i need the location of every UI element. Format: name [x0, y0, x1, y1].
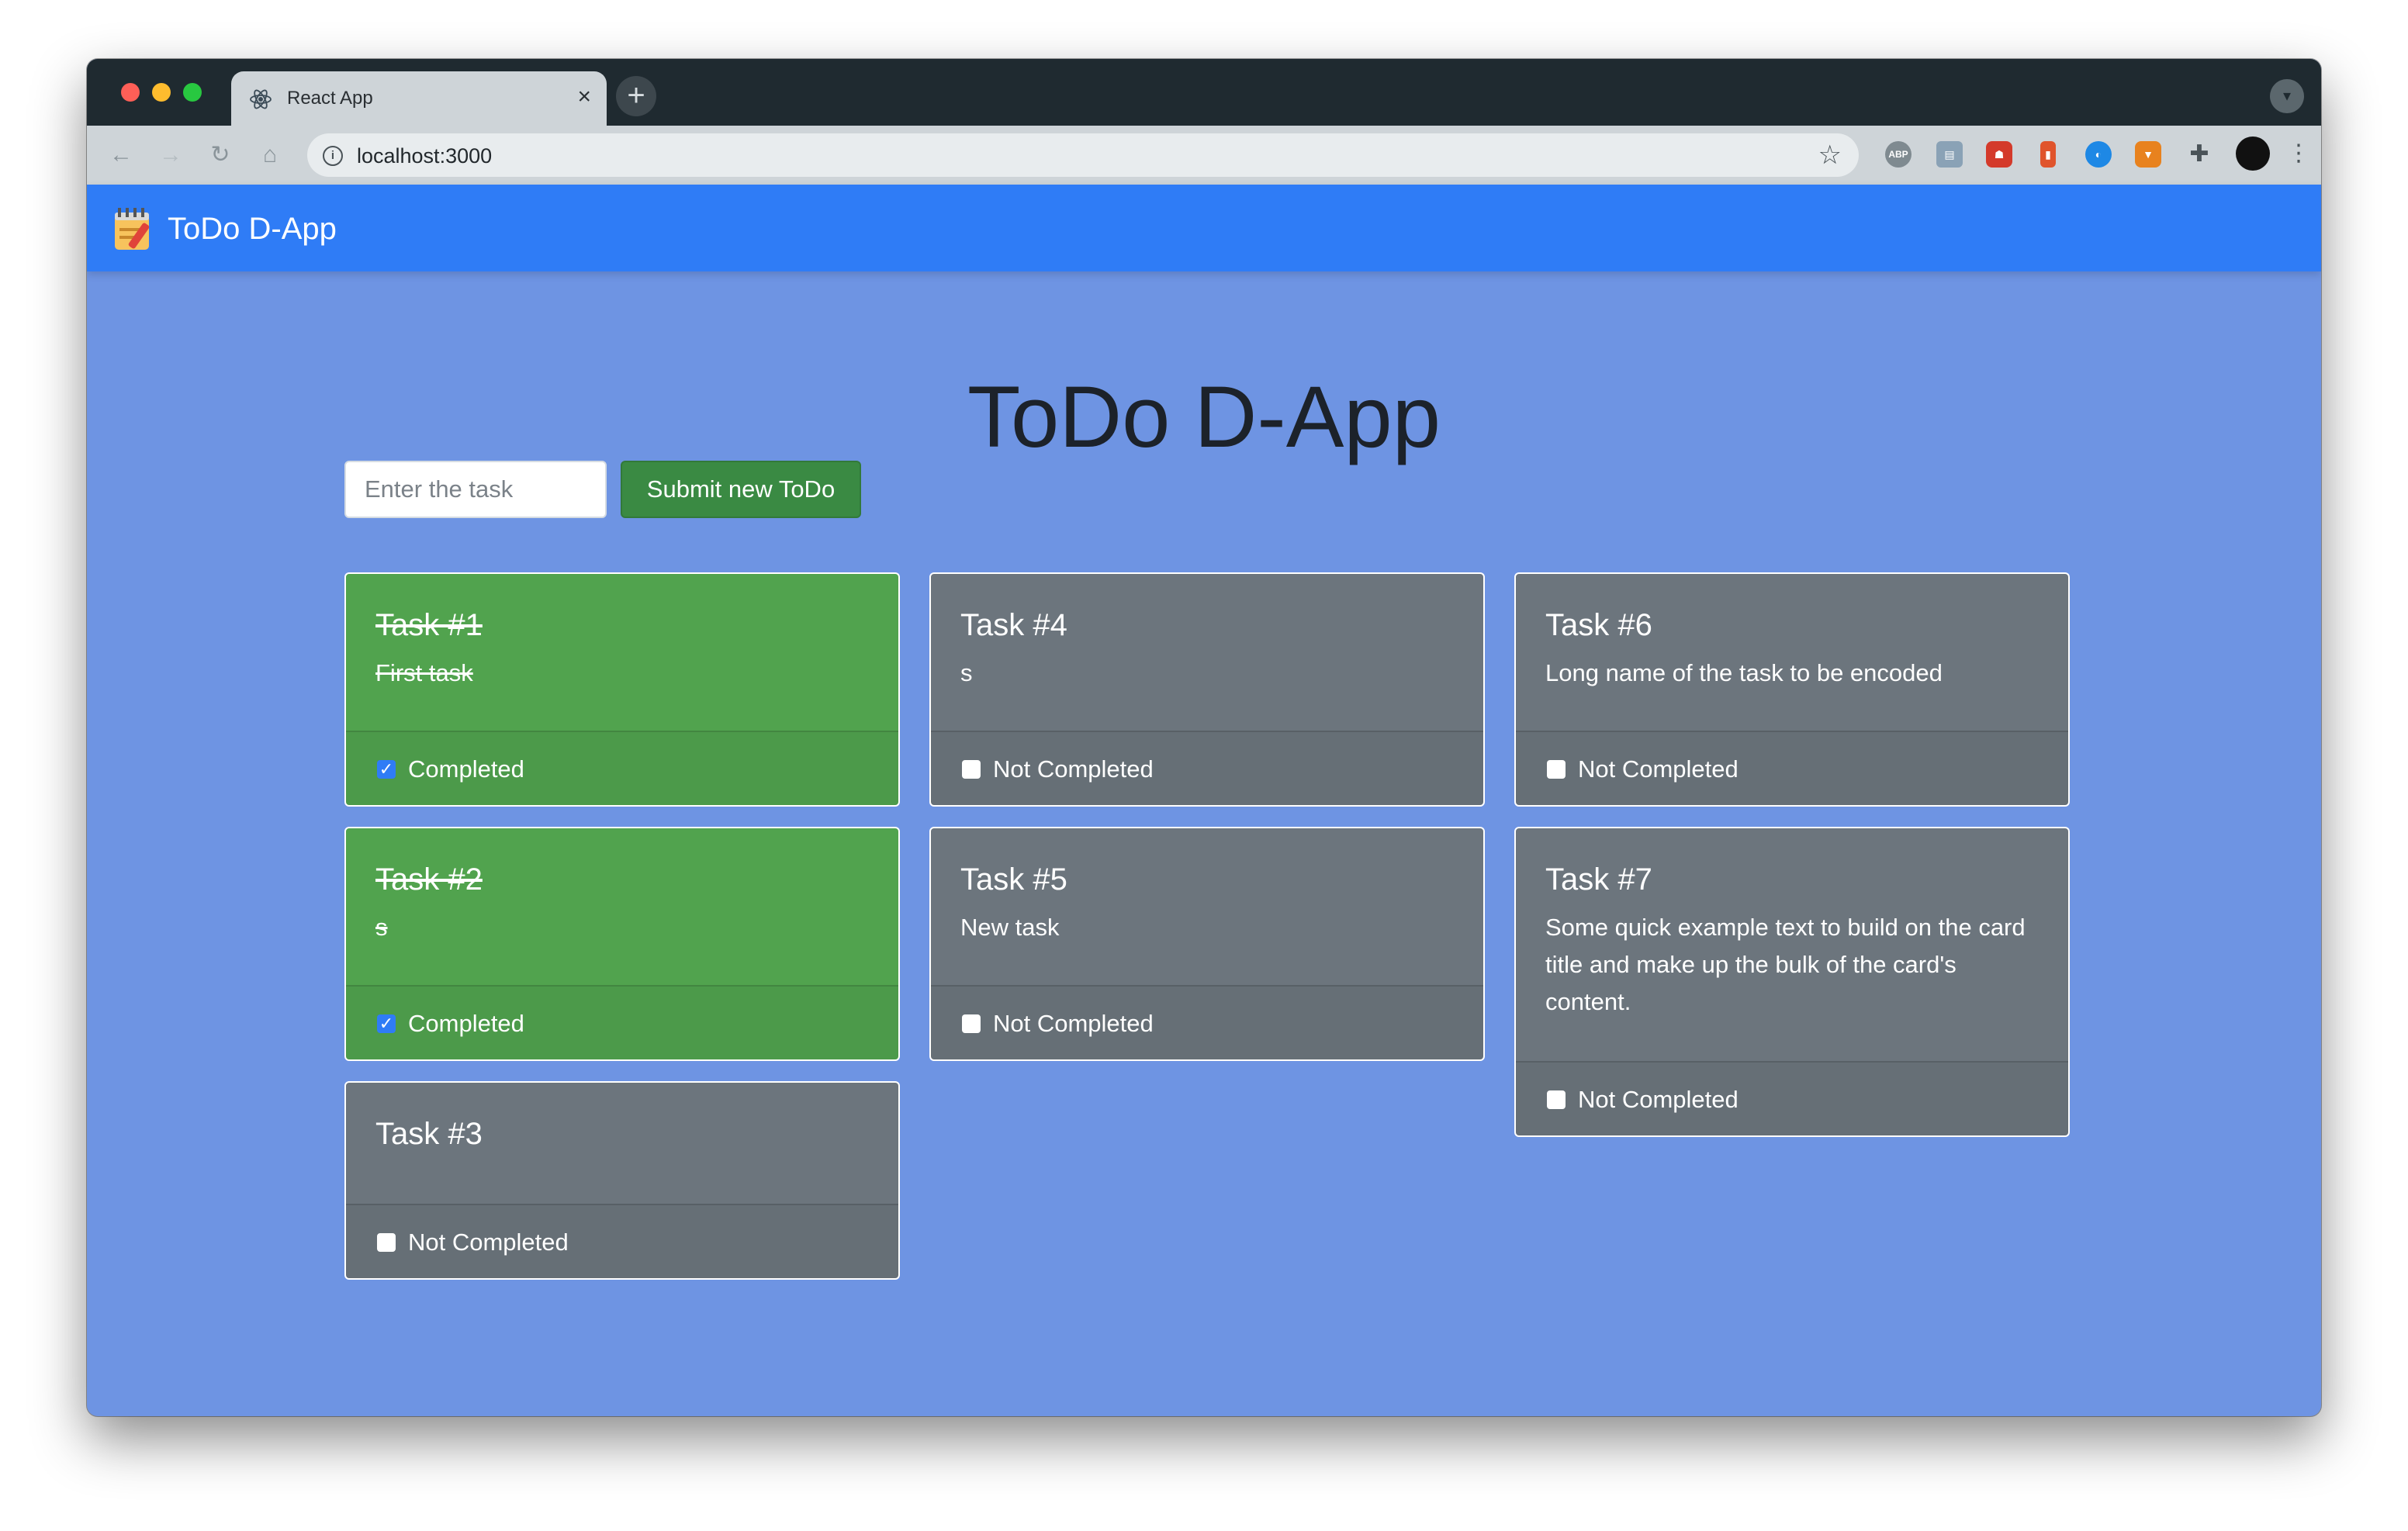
chevron-down-icon[interactable]: ▾ [2270, 79, 2304, 113]
checkbox-unchecked-icon[interactable] [1547, 1090, 1566, 1109]
task-input[interactable] [344, 461, 607, 518]
task-card: Task #5 New task Not Completed [929, 827, 1485, 1061]
checkbox-checked-icon[interactable]: ✓ [377, 760, 396, 779]
task-footer: Not Completed [931, 985, 1483, 1059]
task-text: s [375, 914, 388, 941]
browser-toolbar: ← → ↻ ⌂ i localhost:3000 ☆ ABP ▤ ☗ ▮ ◐ ▼… [87, 126, 2321, 185]
extension-icon[interactable]: ☗ [1986, 141, 2012, 168]
checkbox-unchecked-icon[interactable] [377, 1233, 396, 1252]
close-window-button[interactable] [121, 83, 140, 102]
extension-icon[interactable]: ◐ [2085, 141, 2112, 168]
metamask-fox-icon[interactable]: ▼ [2135, 141, 2161, 168]
task-title: Task #2 [375, 862, 483, 897]
puzzle-icon[interactable]: ✚ [2186, 141, 2213, 168]
info-icon[interactable]: i [323, 146, 343, 166]
task-footer: Not Completed [1516, 731, 2068, 805]
task-title: Task #7 [1545, 862, 1652, 897]
notepad-logo-icon [115, 208, 150, 250]
task-footer: Not Completed [931, 731, 1483, 805]
task-text: New task [960, 914, 1060, 941]
task-status: Completed [408, 755, 524, 783]
task-card: Task #3 Not Completed [344, 1081, 900, 1280]
task-footer: ✓ Completed [346, 731, 898, 805]
checkbox-unchecked-icon[interactable] [962, 760, 981, 779]
task-card: Task #6 Long name of the task to be enco… [1514, 572, 2070, 807]
zoom-window-button[interactable] [183, 83, 202, 102]
checkbox-checked-icon[interactable]: ✓ [377, 1014, 396, 1033]
tab-strip: React App × + ▾ [87, 59, 2321, 126]
task-status: Not Completed [993, 1010, 1154, 1037]
react-icon [250, 89, 272, 109]
task-status: Not Completed [1578, 1086, 1739, 1113]
minimize-window-button[interactable] [152, 83, 171, 102]
extension-icon[interactable]: ▤ [1936, 141, 1963, 168]
task-status: Completed [408, 1010, 524, 1037]
task-title: Task #4 [960, 608, 1067, 642]
back-arrow-icon[interactable]: ← [104, 138, 138, 172]
task-card: Task #2 s ✓ Completed [344, 827, 900, 1061]
task-status: Not Completed [1578, 755, 1739, 783]
address-bar[interactable]: i localhost:3000 ☆ [307, 133, 1859, 177]
app-navbar: ToDo D-App [87, 185, 2321, 271]
profile-avatar[interactable] [2236, 137, 2270, 171]
task-status: Not Completed [408, 1229, 569, 1256]
checkbox-unchecked-icon[interactable] [962, 1014, 981, 1033]
task-title: Task #1 [375, 608, 483, 642]
checkbox-unchecked-icon[interactable] [1547, 760, 1566, 779]
task-title: Task #5 [960, 862, 1067, 897]
reload-icon[interactable]: ↻ [203, 138, 237, 172]
task-footer: ✓ Completed [346, 985, 898, 1059]
tab-close-icon[interactable]: × [577, 84, 591, 110]
browser-window: React App × + ▾ ← → ↻ ⌂ i localhost:3000… [87, 59, 2321, 1416]
task-card: Task #7 Some quick example text to build… [1514, 827, 2070, 1137]
task-text: First task [375, 659, 473, 686]
task-card: Task #1 First task ✓ Completed [344, 572, 900, 807]
tab-title: React App [287, 88, 373, 109]
submit-todo-button[interactable]: Submit new ToDo [621, 461, 861, 518]
new-tab-button[interactable]: + [616, 76, 656, 116]
kebab-menu-icon[interactable]: ⋮ [2287, 137, 2310, 171]
browser-tab[interactable]: React App × [231, 71, 607, 126]
extension-icon[interactable]: ▮ [2040, 141, 2056, 168]
task-status: Not Completed [993, 755, 1154, 783]
url-text[interactable]: localhost:3000 [357, 144, 492, 168]
task-footer: Not Completed [346, 1204, 898, 1278]
task-card: Task #4 s Not Completed [929, 572, 1485, 807]
task-title: Task #3 [375, 1117, 483, 1151]
star-icon[interactable]: ☆ [1818, 140, 1842, 171]
home-icon[interactable]: ⌂ [253, 138, 287, 172]
task-title: Task #6 [1545, 608, 1652, 642]
adblock-extension-icon[interactable]: ABP [1885, 141, 1912, 168]
task-text: Some quick example text to build on the … [1545, 914, 2026, 1015]
task-footer: Not Completed [1516, 1061, 2068, 1135]
task-text: Long name of the task to be encoded [1545, 659, 1943, 686]
forward-arrow-icon[interactable]: → [154, 138, 188, 172]
page-title: ToDo D-App [967, 368, 1441, 466]
task-text: s [960, 659, 973, 686]
navbar-brand[interactable]: ToDo D-App [168, 211, 337, 247]
